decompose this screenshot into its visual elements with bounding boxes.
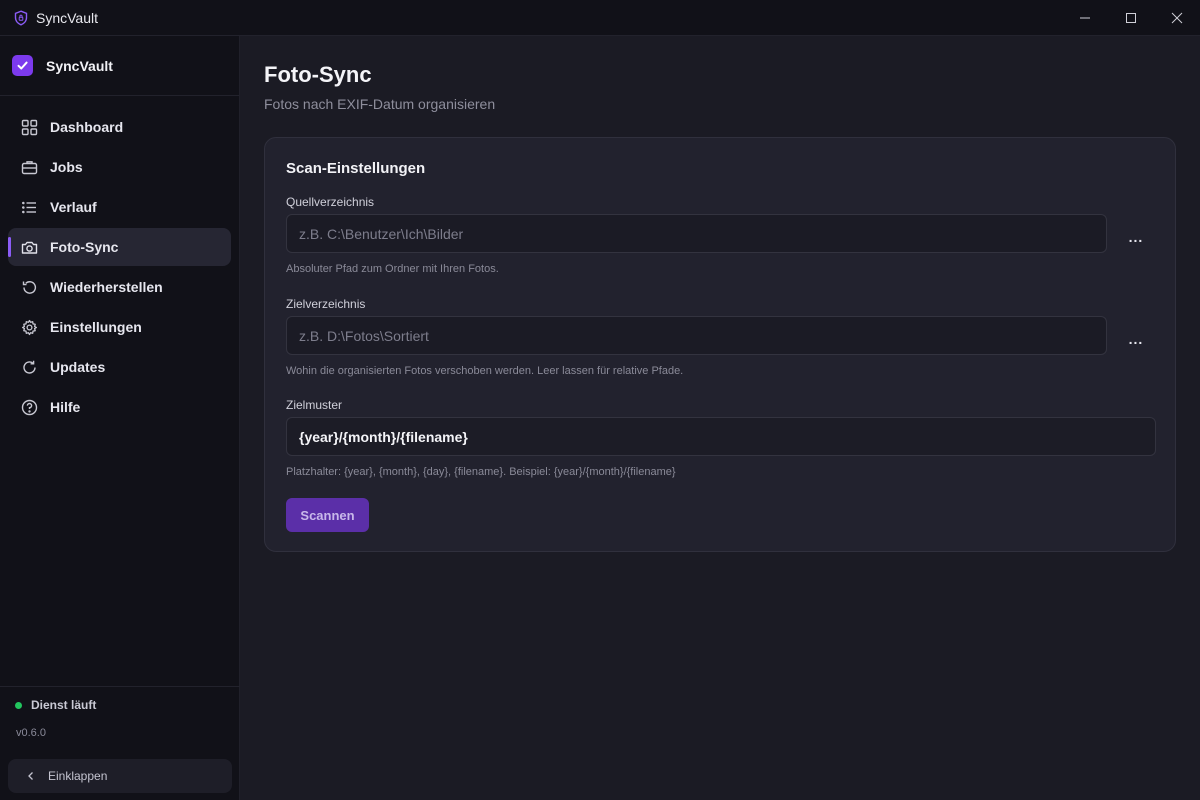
sidebar-item-foto-sync[interactable]: Foto-Sync	[8, 228, 231, 266]
sidebar-item-wiederherstellen[interactable]: Wiederherstellen	[8, 268, 231, 306]
close-icon	[1171, 12, 1183, 24]
status-dot-icon	[15, 701, 22, 709]
target-hint: Wohin die organisierten Fotos verschoben…	[286, 365, 684, 377]
gear-icon	[20, 318, 38, 336]
app-version: v0.6.0	[16, 727, 46, 739]
sidebar-item-updates[interactable]: Updates	[8, 348, 231, 386]
help-icon	[20, 398, 38, 416]
main-content: Foto-Sync Fotos nach EXIF-Datum organisi…	[241, 36, 1200, 800]
sidebar-item-jobs[interactable]: Jobs	[8, 148, 231, 186]
browse-target-button[interactable]: ...	[1116, 319, 1156, 358]
window-controls	[1062, 0, 1200, 36]
title-bar: SyncVault	[0, 0, 1200, 36]
sidebar-item-label: Jobs	[50, 159, 83, 175]
collapse-button[interactable]: Einklappen	[8, 759, 232, 793]
minimize-icon	[1080, 17, 1090, 19]
refresh-icon	[20, 358, 38, 376]
sidebar-item-verlauf[interactable]: Verlauf	[8, 188, 231, 226]
collapse-label: Einklappen	[48, 769, 108, 783]
status-text: Dienst läuft	[31, 698, 97, 712]
sidebar-item-label: Hilfe	[50, 399, 81, 415]
brand: SyncVault	[0, 36, 239, 96]
sidebar: SyncVault Dashboard Jobs Verlauf Foto-Sy…	[0, 36, 240, 800]
sidebar-item-label: Verlauf	[50, 199, 97, 215]
sidebar-item-label: Updates	[50, 359, 106, 375]
checkmark-logo-icon	[12, 55, 33, 76]
chevron-left-icon	[28, 772, 33, 780]
pattern-hint: Platzhalter: {year}, {month}, {day}, {fi…	[286, 466, 676, 478]
sidebar-nav: Dashboard Jobs Verlauf Foto-Sync Wiederh…	[0, 96, 239, 426]
minimize-button[interactable]	[1062, 0, 1108, 36]
close-button[interactable]	[1154, 0, 1200, 36]
scan-settings-card: Scan-Einstellungen Quellverzeichnis ... …	[264, 137, 1176, 552]
pattern-label: Zielmuster	[286, 398, 343, 412]
window-title: SyncVault	[36, 9, 98, 26]
grid-icon	[20, 118, 38, 136]
target-label: Zielverzeichnis	[286, 297, 366, 311]
page-subtitle: Fotos nach EXIF-Datum organisieren	[264, 96, 496, 112]
sidebar-item-dashboard[interactable]: Dashboard	[8, 108, 231, 146]
shield-icon	[13, 9, 29, 26]
source-label: Quellverzeichnis	[286, 195, 375, 209]
source-hint: Absoluter Pfad zum Ordner mit Ihren Foto…	[286, 263, 499, 275]
briefcase-icon	[20, 158, 38, 176]
sidebar-item-label: Dashboard	[50, 119, 124, 135]
sidebar-item-label: Einstellungen	[50, 319, 142, 335]
sidebar-item-label: Wiederherstellen	[50, 279, 163, 295]
camera-icon	[20, 238, 38, 256]
scan-button[interactable]: Scannen	[286, 498, 369, 532]
maximize-button[interactable]	[1108, 0, 1154, 36]
brand-name: SyncVault	[46, 57, 113, 74]
browse-source-button[interactable]: ...	[1116, 217, 1156, 256]
source-directory-input[interactable]	[286, 214, 1107, 253]
restore-icon	[20, 278, 38, 296]
sidebar-item-hilfe[interactable]: Hilfe	[8, 388, 231, 426]
sidebar-item-label: Foto-Sync	[50, 239, 119, 255]
maximize-icon	[1126, 13, 1136, 23]
page-title: Foto-Sync	[264, 62, 372, 87]
target-pattern-input[interactable]	[286, 417, 1156, 456]
list-icon	[20, 198, 38, 216]
target-directory-input[interactable]	[286, 316, 1107, 355]
sidebar-item-einstellungen[interactable]: Einstellungen	[8, 308, 231, 346]
card-title: Scan-Einstellungen	[286, 160, 426, 177]
sidebar-footer: Dienst läuft v0.6.0 Einklappen	[0, 686, 240, 800]
service-status: Dienst läuft	[15, 698, 96, 712]
